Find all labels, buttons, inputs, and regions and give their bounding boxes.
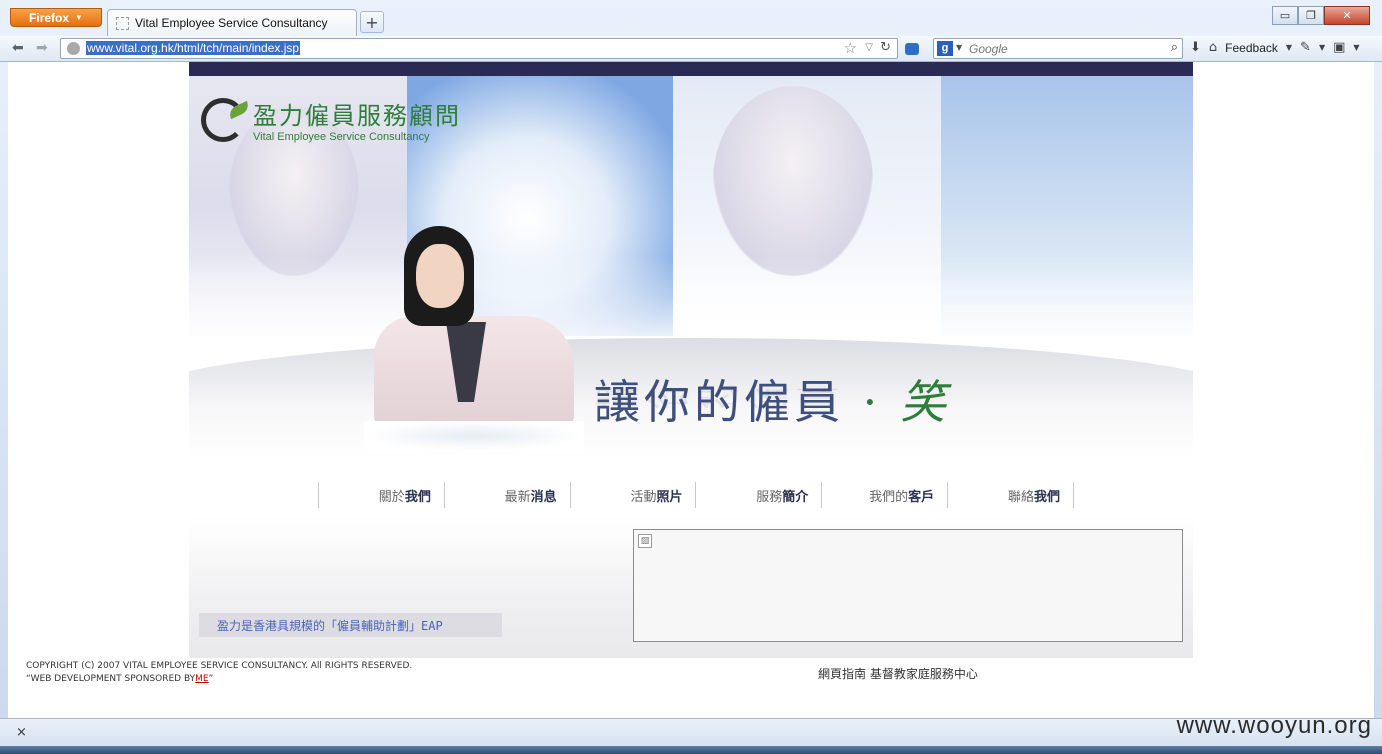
firefox-menu-button[interactable]: Firefox ▼ — [10, 8, 102, 27]
url-bar[interactable]: www.vital.org.hk/html/tch/main/index.jsp… — [60, 38, 898, 59]
toolbar-right: ⬇ ⌂ Feedback ▼ ✎ ▼ ▣ ▼ — [1190, 40, 1360, 55]
reload-icon[interactable]: ↻ — [880, 40, 891, 55]
sponsor-link[interactable]: ME — [195, 674, 208, 684]
url-text[interactable]: www.vital.org.hk/html/tch/main/index.jsp — [86, 41, 301, 55]
restore-button[interactable]: ❐ — [1298, 6, 1324, 25]
engine-dropdown-icon[interactable]: ▼ — [956, 43, 962, 52]
browser-tab[interactable]: Vital Employee Service Consultancy — [107, 9, 357, 36]
page-viewport: 盈力僱員服務顧問 Vital Employee Service Consulta… — [8, 62, 1374, 718]
extension-icon[interactable]: ▣ — [1333, 40, 1345, 55]
bookmark-star-icon[interactable]: ☆ — [844, 39, 857, 57]
menu-dropdown-icon[interactable]: ▼ — [1353, 43, 1359, 52]
menu-item-photos[interactable]: 活動 照片 — [569, 482, 696, 508]
broken-image-icon: ▨ — [638, 534, 652, 548]
page-favicon-icon — [116, 16, 129, 30]
main-menu: 關於 我們 最新 消息 活動 照片 服務 簡介 我們的 客戶 聯絡 我們 — [318, 482, 1074, 508]
addon-tool-icon[interactable]: ✎ — [1300, 40, 1311, 55]
menu-item-news[interactable]: 最新 消息 — [443, 482, 570, 508]
addon-dropdown-icon[interactable]: ▼ — [1319, 43, 1325, 52]
logo-icon — [201, 97, 245, 142]
browser-window: Firefox ▼ Vital Employee Service Consult… — [0, 0, 1382, 754]
find-bar: × — [0, 718, 1382, 746]
addon-icon[interactable] — [905, 43, 919, 55]
navigation-toolbar: ⬅ ➡ www.vital.org.hk/html/tch/main/index… — [0, 36, 1382, 62]
copyright-line-1: COPYRIGHT (C) 2007 VITAL EMPLOYEE SERVIC… — [26, 661, 413, 671]
search-box[interactable]: g ▼ Google ⌕ — [933, 38, 1183, 59]
dropdown-caret-icon: ▼ — [75, 13, 83, 22]
watermark: www.wooyun.org — [1176, 712, 1372, 739]
embedded-frame: ▨ — [633, 529, 1183, 642]
title-bar: Firefox ▼ Vital Employee Service Consult… — [0, 0, 1382, 36]
copyright-notice: COPYRIGHT (C) 2007 VITAL EMPLOYEE SERVIC… — [26, 660, 412, 686]
back-arrow-icon[interactable]: ⬅ — [12, 40, 24, 56]
hero-woman-photo — [364, 226, 584, 476]
logo-chinese: 盈力僱員服務顧問 — [253, 102, 461, 130]
menu-item-services[interactable]: 服務 簡介 — [695, 482, 821, 508]
hero-banner: 盈力僱員服務顧問 Vital Employee Service Consulta… — [189, 76, 1193, 476]
download-icon[interactable]: ⬇ — [1190, 40, 1201, 55]
search-icon[interactable]: ⌕ — [1171, 40, 1178, 55]
copyright-line-2: “WEB DEVELOPMENT SPONSORED BYME” — [26, 674, 214, 684]
slogan-smile: 笑 — [899, 375, 950, 429]
site-logo[interactable]: 盈力僱員服務顧問 Vital Employee Service Consulta… — [201, 96, 461, 143]
menu-item-about[interactable]: 關於 我們 — [318, 482, 444, 508]
feedback-button[interactable]: Feedback — [1225, 41, 1278, 55]
history-dropdown-icon[interactable]: ▽ — [865, 42, 873, 53]
top-strip — [189, 62, 1193, 76]
close-window-button[interactable]: ✕ — [1324, 6, 1370, 25]
menu-item-contact[interactable]: 聯絡 我們 — [947, 482, 1074, 508]
eap-banner-link[interactable]: 盈力是香港具規模的「僱員輔助計劃」EAP — [199, 613, 502, 637]
menu-item-clients[interactable]: 我們的 客戶 — [821, 482, 947, 508]
new-tab-button[interactable]: + — [360, 11, 384, 33]
google-engine-icon[interactable]: g — [937, 41, 953, 56]
close-find-bar-icon[interactable]: × — [16, 725, 27, 740]
home-icon[interactable]: ⌂ — [1209, 40, 1217, 55]
tab-title: Vital Employee Service Consultancy — [135, 16, 328, 30]
windows-taskbar — [0, 746, 1382, 754]
website: 盈力僱員服務顧問 Vital Employee Service Consulta… — [189, 62, 1193, 658]
footer-links[interactable]: 網頁指南 基督教家庭服務中心 — [818, 665, 978, 682]
logo-english: Vital Employee Service Consultancy — [253, 131, 430, 143]
feedback-dropdown-icon[interactable]: ▼ — [1286, 43, 1292, 52]
firefox-menu-label: Firefox — [29, 10, 70, 25]
slogan-reflection: 讓你的僱員 — [594, 385, 844, 410]
minimize-button[interactable]: ▭ — [1272, 6, 1298, 25]
window-controls: ▭ ❐ ✕ — [1272, 6, 1370, 25]
site-identity-icon[interactable] — [67, 42, 80, 55]
slogan-dot: · — [862, 375, 882, 429]
forward-arrow-icon[interactable]: ➡ — [36, 40, 48, 56]
search-placeholder: Google — [969, 42, 1008, 56]
